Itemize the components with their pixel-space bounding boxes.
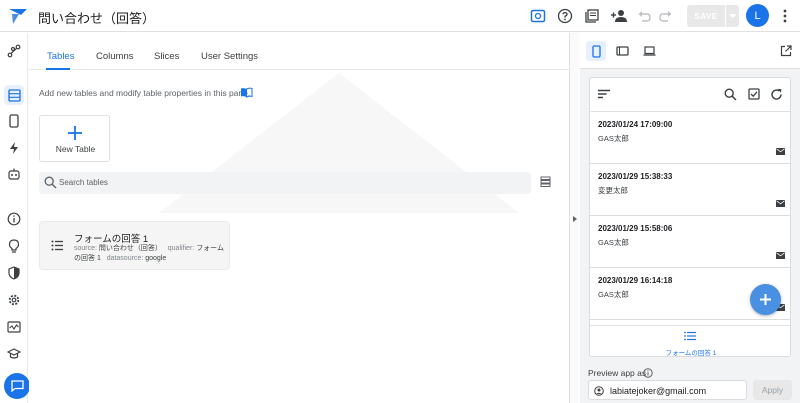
datasource-value: google — [145, 255, 167, 262]
save-dropdown-icon[interactable] — [725, 5, 739, 27]
apply-button[interactable]: Apply — [753, 380, 792, 400]
preview-visibility-icon[interactable] — [528, 6, 548, 26]
plus-icon — [760, 294, 771, 305]
redo-icon[interactable] — [656, 6, 676, 26]
preview-pane: 2023/01/24 17:09:00 GAS太郎 2023/01/29 15:… — [580, 33, 800, 403]
app-title[interactable]: 問い合わせ（回答） — [38, 8, 155, 27]
more-vert-icon[interactable] — [778, 6, 792, 26]
qualifier-label: qualifier: — [167, 245, 195, 252]
email-icon[interactable] — [776, 200, 785, 207]
connections-icon[interactable] — [4, 41, 24, 61]
list-item[interactable]: 2023/01/29 15:58:06 GAS太郎 — [590, 217, 790, 268]
save-button-label: SAVE — [694, 11, 718, 21]
table-name: フォームの回答 1 — [74, 234, 149, 245]
top-bar: 問い合わせ（回答） SAVE L — [0, 0, 800, 32]
tab-bar: Tables Columns Slices User Settings — [29, 33, 569, 70]
appsheet-logo[interactable] — [8, 6, 28, 26]
nav-label[interactable]: フォームの回答 1 — [590, 347, 790, 356]
security-icon[interactable] — [4, 263, 24, 283]
tab-slices[interactable]: Slices — [154, 51, 179, 62]
email-value: labiatejoker@gmail.com — [610, 386, 707, 396]
pane-splitter[interactable] — [569, 33, 579, 403]
record-datetime: 2023/01/24 17:09:00 — [598, 120, 673, 129]
record-name: GAS太郎 — [598, 238, 629, 247]
list-icon[interactable] — [684, 331, 696, 341]
left-rail — [0, 33, 30, 403]
datasource-label: datasource: — [106, 255, 144, 262]
device-toolbar — [580, 33, 800, 69]
record-datetime: 2023/01/29 15:58:06 — [598, 224, 673, 233]
intelligence-icon[interactable] — [4, 236, 24, 256]
data-icon[interactable] — [4, 85, 24, 105]
book-help-icon[interactable] — [240, 87, 253, 101]
pane-description: Add new tables and modify table properti… — [39, 88, 251, 98]
list-item[interactable]: 2023/01/29 15:38:33 変更太郎 — [590, 165, 790, 216]
record-datetime: 2023/01/29 15:38:33 — [598, 172, 673, 181]
account-icon — [594, 386, 604, 396]
sort-menu-icon[interactable] — [598, 88, 610, 102]
select-checkbox-icon[interactable] — [748, 88, 760, 103]
search-icon[interactable] — [724, 88, 737, 104]
tab-user-settings[interactable]: User Settings — [201, 51, 258, 62]
active-tab-indicator — [46, 68, 70, 70]
app-header — [590, 78, 790, 112]
record-name: GAS太郎 — [598, 134, 629, 143]
library-icon[interactable] — [582, 6, 602, 26]
source-value: 問い合わせ（回答） — [98, 245, 162, 252]
collapse-arrow-icon[interactable] — [573, 216, 577, 222]
open-in-new-icon[interactable] — [776, 41, 796, 61]
new-table-label: New Table — [55, 144, 96, 154]
tab-tables[interactable]: Tables — [47, 51, 74, 62]
bottom-nav: フォームの回答 1 — [590, 325, 790, 356]
share-add-user-icon[interactable] — [609, 6, 629, 26]
undo-icon[interactable] — [634, 6, 654, 26]
search-icon — [44, 176, 57, 189]
settings-icon[interactable] — [4, 290, 24, 310]
view-toggle-icon[interactable] — [540, 176, 551, 190]
chat-icon[interactable] — [4, 373, 30, 399]
learn-icon[interactable] — [4, 344, 24, 364]
automation-icon[interactable] — [4, 138, 24, 158]
desktop-device-icon[interactable] — [639, 41, 659, 61]
email-field[interactable]: labiatejoker@gmail.com — [588, 380, 747, 400]
source-label: source: — [74, 245, 97, 252]
refresh-icon[interactable] — [770, 88, 783, 104]
help-icon[interactable] — [555, 6, 575, 26]
record-name: 変更太郎 — [598, 186, 628, 195]
tables-pane: Tables Columns Slices User Settings Add … — [29, 33, 569, 403]
list-icon — [51, 240, 63, 251]
monitor-icon[interactable] — [4, 317, 24, 337]
app-icon[interactable] — [4, 111, 24, 131]
info-icon[interactable] — [4, 209, 24, 229]
info-icon[interactable] — [643, 367, 653, 381]
new-table-button[interactable]: New Table — [39, 115, 110, 162]
bot-icon[interactable] — [4, 164, 24, 184]
mobile-device-icon[interactable] — [586, 41, 606, 61]
save-button[interactable]: SAVE — [687, 5, 739, 27]
add-record-button[interactable] — [750, 284, 781, 315]
email-icon[interactable] — [776, 252, 785, 259]
search-input[interactable]: Search tables — [39, 172, 531, 194]
plus-icon — [68, 126, 82, 140]
list-item[interactable]: 2023/01/24 17:09:00 GAS太郎 — [590, 113, 790, 164]
preview-as-label: Preview app as — [588, 368, 647, 378]
table-card[interactable]: フォームの回答 1 source: 問い合わせ（回答） qualifier: フ… — [39, 221, 230, 270]
table-meta: source: 問い合わせ（回答） qualifier: フォームの回答 1 d… — [74, 244, 224, 264]
tablet-device-icon[interactable] — [612, 41, 632, 61]
avatar[interactable]: L — [746, 4, 769, 27]
tab-columns[interactable]: Columns — [96, 51, 134, 62]
search-placeholder: Search tables — [59, 178, 108, 187]
record-name: GAS太郎 — [598, 290, 629, 299]
email-icon[interactable] — [776, 148, 785, 155]
record-datetime: 2023/01/29 16:14:18 — [598, 276, 673, 285]
phone-preview: 2023/01/24 17:09:00 GAS太郎 2023/01/29 15:… — [589, 77, 791, 357]
